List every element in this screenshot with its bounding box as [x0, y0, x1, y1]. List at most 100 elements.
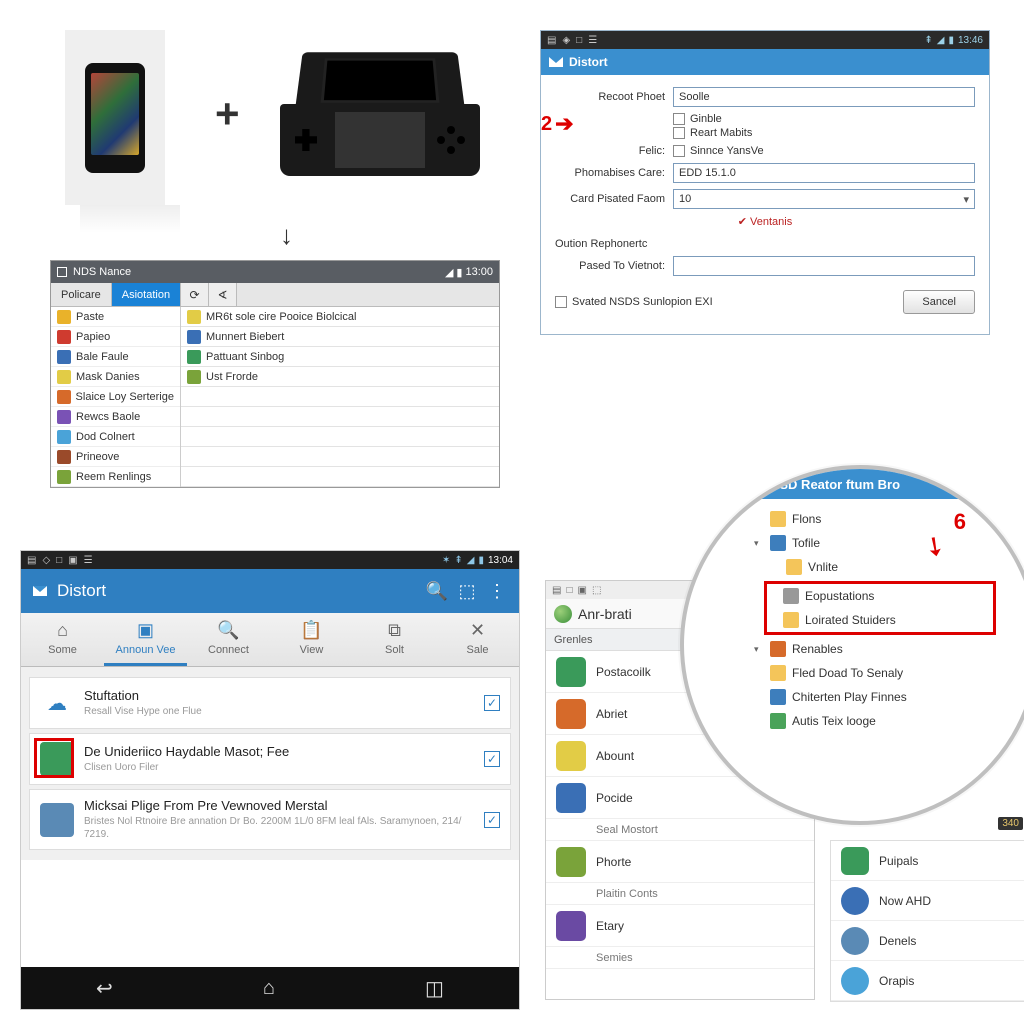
content-list: ☁ StuftationResall Vise Hype one Flue ✓ …: [21, 667, 519, 860]
handheld-console-graphic: [265, 40, 495, 200]
window-icon: [57, 267, 67, 277]
tab-bar: Policare Asiotation ⟳ ∢: [51, 283, 499, 307]
list-item[interactable]: ☁ StuftationResall Vise Hype one Flue ✓: [29, 677, 511, 729]
list-item[interactable]: Orapis: [831, 961, 1024, 1001]
globe-icon: [554, 605, 572, 623]
status-time: 340: [998, 817, 1023, 830]
game-icon: [40, 742, 74, 776]
card-select[interactable]: 10: [673, 189, 975, 209]
wifi-icon: ⇞: [924, 35, 932, 46]
list-item[interactable]: Puipals: [831, 841, 1024, 881]
step-badge: 4: [744, 474, 764, 494]
tree-item[interactable]: Autis Teix looge: [754, 709, 1024, 733]
list-item[interactable]: Seal Mostort: [546, 819, 814, 841]
game-icon: [40, 803, 74, 837]
android-navbar: ↩ ⌂ ◫: [21, 967, 519, 1009]
magnifier-panel: ▤□▣⬚ Anr-brati Grenles Postacoilk Abriet…: [545, 540, 1020, 1000]
tree-item[interactable]: Chiterten Play Finnes: [754, 685, 1024, 709]
magnifier-titlebar: 4 NSD Reator ftum Bro: [684, 469, 1024, 499]
list-item[interactable]: Micksai Plige From Pre Vewnoved MerstalB…: [29, 789, 511, 850]
list-item[interactable]: Bale Faule: [51, 347, 180, 367]
magnifier-title: NSD Reator ftum Bro: [770, 477, 900, 492]
status-time: 13:04: [488, 555, 513, 566]
list-item[interactable]: Denels: [831, 921, 1024, 961]
folder-icon: [770, 535, 786, 551]
toolbar-refresh-button[interactable]: ⟳: [181, 283, 209, 306]
tree-item[interactable]: ▾Tofile: [754, 531, 1024, 555]
status-time: 13:46: [958, 35, 983, 46]
ventaris-label: Ventanis: [555, 215, 975, 228]
field-label: Felic:: [555, 145, 673, 157]
list-item[interactable]: Plaitin Conts: [546, 883, 814, 905]
list-item[interactable]: Etary: [546, 905, 814, 947]
list-item[interactable]: De Unideriico Haydable Masot; FeeClisen …: [29, 733, 511, 785]
tree-item[interactable]: Loirated Stuiders: [767, 608, 993, 632]
toolbar: ⌂Some ▣Announ Vee 🔍Connect 📋View ⧉Solt ✕…: [21, 613, 519, 667]
list-item[interactable]: Mask Danies: [51, 367, 180, 387]
nds-browser-window: NDS Nance ◢ ▮ 13:00 Policare Asiotation …: [50, 260, 500, 488]
nav-back-icon[interactable]: ↩: [96, 976, 113, 1001]
tree-item[interactable]: Fled Doad To Senaly: [754, 661, 1024, 685]
list-item[interactable]: Rewcs Baole: [51, 407, 180, 427]
list-item: [181, 447, 499, 467]
list-item[interactable]: Paste: [51, 307, 180, 327]
checkbox-reart-mabits[interactable]: Reart Mabits: [673, 127, 975, 139]
checkbox-ginble[interactable]: Ginble: [673, 113, 975, 125]
section-label: Oution Rephonertc: [555, 238, 655, 250]
list-item[interactable]: Ust Frorde: [181, 367, 499, 387]
pased-input[interactable]: [673, 256, 975, 276]
dialog-title: Distort: [569, 55, 608, 69]
list-item[interactable]: Now AHD: [831, 881, 1024, 921]
list-item[interactable]: MR6t sole cire Pooice Biolcical: [181, 307, 499, 327]
tab-some[interactable]: ⌂Some: [21, 613, 104, 666]
package-icon[interactable]: ⬚: [457, 581, 477, 601]
list-item[interactable]: Pattuant Sinbog: [181, 347, 499, 367]
search-icon[interactable]: 🔍: [427, 581, 447, 601]
tab-policare[interactable]: Policare: [51, 283, 112, 306]
phom-input[interactable]: EDD 15.1.0: [673, 163, 975, 183]
checkbox[interactable]: ✓: [484, 812, 500, 828]
status-bar: ▤◈□☰ ⇞◢▮13:46: [541, 31, 989, 49]
app-icon: [770, 713, 786, 729]
magnifier-circle: 4 NSD Reator ftum Bro 6 ➘ Flons ▾Tofile …: [680, 465, 1024, 825]
signal-icon: ◢: [445, 266, 453, 279]
nav-home-icon[interactable]: ⌂: [263, 977, 275, 1000]
tree-item[interactable]: ▾Renables: [754, 637, 1024, 661]
list-item[interactable]: Munnert Biebert: [181, 327, 499, 347]
folder-tree: Flons ▾Tofile Vnlite Eopustations Loirat…: [684, 499, 1024, 733]
tab-connect[interactable]: 🔍Connect: [187, 613, 270, 666]
grid-icon: ⧉: [388, 620, 401, 641]
checkbox-sinnce[interactable]: Sinnce YansVe: [673, 145, 975, 157]
checkbox[interactable]: ✓: [484, 751, 500, 767]
tab-sale[interactable]: ✕Sale: [436, 613, 519, 666]
list-item[interactable]: Phorte: [546, 841, 814, 883]
list-item[interactable]: Papieo: [51, 327, 180, 347]
sancel-button[interactable]: Sancel: [903, 290, 975, 314]
list-item[interactable]: Semies: [546, 947, 814, 969]
window-titlebar: NDS Nance ◢ ▮ 13:00: [51, 261, 499, 283]
list-item[interactable]: Reem Renlings: [51, 467, 180, 487]
tab-announ[interactable]: ▣Announ Vee: [104, 613, 187, 666]
nav-recent-icon[interactable]: ◫: [425, 976, 444, 1001]
tab-solt[interactable]: ⧉Solt: [353, 613, 436, 666]
status-bar: ▤◇□▣☰ ✶⇞◢▮13:04: [21, 551, 519, 569]
recoot-input[interactable]: Soolle: [673, 87, 975, 107]
toolbar-back-button[interactable]: ∢: [209, 283, 237, 306]
tree-item[interactable]: Flons: [754, 507, 1024, 531]
tab-view[interactable]: 📋View: [270, 613, 353, 666]
more-icon[interactable]: ⋮: [487, 581, 507, 601]
checkbox[interactable]: ✓: [484, 695, 500, 711]
list-item[interactable]: Prineove: [51, 447, 180, 467]
sidebar-list: Paste Papieo Bale Faule Mask Danies Slai…: [51, 307, 181, 487]
tree-item[interactable]: Eopustations: [767, 584, 993, 608]
list-item[interactable]: Dod Colnert: [51, 427, 180, 447]
list-item[interactable]: Slaice Loy Serterige: [51, 387, 180, 407]
app-header: Distort 🔍 ⬚ ⋮: [21, 569, 519, 613]
right-apps-list: 340 Puipals Now AHD Denels Orapis: [830, 840, 1024, 1002]
checkbox-svated[interactable]: Svated NSDS Sunlopion EXI: [555, 296, 713, 308]
arrow-down-icon: ↓: [280, 220, 293, 251]
list-item: [181, 407, 499, 427]
tab-asiotation[interactable]: Asiotation: [112, 283, 181, 306]
tree-item[interactable]: Vnlite: [754, 555, 1024, 579]
card-icon: ▣: [137, 620, 154, 641]
